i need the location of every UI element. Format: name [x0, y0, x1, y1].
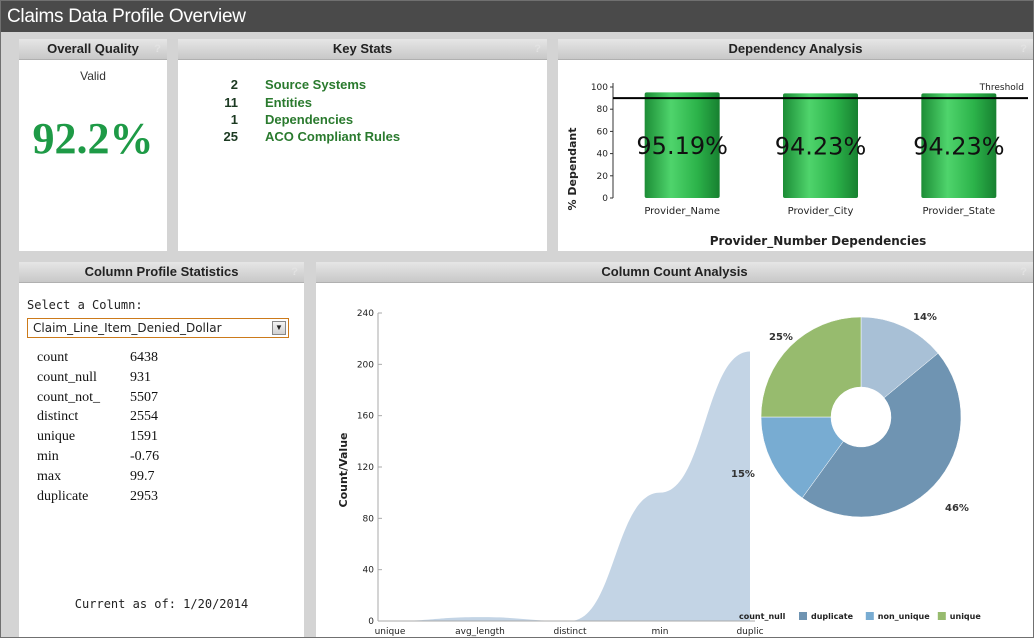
profile-stat-value: -0.76: [130, 449, 160, 464]
dependency-bar-chart: % Dependant Provider_Number Dependencies…: [566, 83, 1028, 249]
pie-percent-label: 46%: [945, 503, 969, 514]
pie-percent-label: 15%: [731, 469, 755, 480]
profile-stat-value: 99.7: [130, 469, 155, 484]
profile-stat-name: min: [37, 449, 59, 464]
x-tick-label: Provider_State: [923, 206, 996, 217]
legend-swatch: [865, 612, 874, 620]
key-stat-label: Dependencies: [265, 112, 354, 127]
profile-stat-name: max: [37, 469, 62, 484]
profile-stat-name: count_null: [37, 370, 97, 385]
profile-stat-value: 2953: [130, 489, 158, 504]
help-icon[interactable]: ?: [154, 39, 161, 59]
y-tick-label: 80: [363, 514, 375, 524]
y-tick-label: 240: [357, 309, 374, 319]
help-icon[interactable]: ?: [1020, 39, 1027, 59]
window-title: Claims Data Profile Overview: [1, 1, 1033, 32]
legend-label: duplicate: [811, 612, 854, 621]
profile-stat-name: unique: [37, 429, 76, 444]
column-count-panel: Column Count Analysis ? Count/Value 0 40 8…: [316, 262, 1033, 637]
quality-label: Valid: [80, 69, 106, 83]
threshold-label: Threshold: [979, 83, 1024, 93]
y-tick-label: 40: [597, 150, 609, 160]
y-tick-label: 120: [357, 463, 374, 473]
chevron-down-icon[interactable]: ▼: [272, 321, 286, 335]
bar-value-label: 95.19%: [636, 132, 728, 160]
x-tick-label: min: [652, 627, 669, 637]
dependency-analysis-title: Dependency Analysis: [728, 41, 863, 56]
profile-stat-name: count_not_: [37, 390, 100, 405]
y-tick-label: 20: [597, 172, 609, 182]
overall-quality-title: Overall Quality: [47, 41, 139, 56]
legend-label: unique: [950, 612, 982, 621]
legend-label: non_unique: [878, 612, 930, 621]
key-stats-header: Key Stats ?: [178, 39, 547, 60]
x-axis-label: Provider_Number Dependencies: [710, 234, 927, 249]
profile-stat-name: distinct: [37, 409, 79, 424]
x-tick-label: unique: [375, 627, 406, 637]
x-tick-label: avg_length: [455, 627, 505, 637]
column-profile-header: Column Profile Statistics ?: [19, 262, 304, 283]
key-stat-number: 2: [230, 77, 238, 92]
column-select-value: Claim_Line_Item_Denied_Dollar: [33, 321, 222, 335]
help-icon[interactable]: ?: [291, 262, 298, 282]
help-icon[interactable]: ?: [1020, 262, 1027, 282]
y-tick-label: 80: [597, 105, 609, 115]
y-axis-label: % Dependant: [566, 128, 579, 211]
profile-stat-value: 2554: [130, 409, 158, 424]
profile-stat-value: 5507: [130, 390, 158, 405]
pie-percent-label: 14%: [913, 312, 937, 323]
x-tick-label: duplic: [736, 627, 763, 637]
key-stats-title: Key Stats: [332, 41, 393, 56]
column-count-title: Column Count Analysis: [601, 264, 748, 279]
help-icon[interactable]: ?: [534, 39, 541, 59]
column-select[interactable]: Claim_Line_Item_Denied_Dollar ▼: [27, 318, 289, 338]
profile-stat-value: 931: [130, 370, 151, 385]
legend-swatch: [799, 612, 807, 620]
column-profile-panel: Column Profile Statistics ? Select a Col…: [19, 262, 304, 637]
profile-stat-name: count: [37, 350, 69, 365]
y-axis-label: Count/Value: [337, 433, 350, 508]
overall-quality-panel: Overall Quality ? Valid 92.2%: [19, 39, 167, 251]
key-stat-number: 1: [230, 112, 238, 127]
key-stat-label: Entities: [265, 95, 312, 110]
overall-quality-header: Overall Quality ?: [19, 39, 167, 60]
column-count-header: Column Count Analysis ?: [316, 262, 1033, 283]
legend-label: count_null: [739, 612, 786, 621]
key-stat-number: 25: [223, 129, 238, 144]
current-as-of: Current as of: 1/20/2014: [74, 597, 249, 611]
app-frame: Claims Data Profile Overview Overall Qua…: [0, 0, 1034, 638]
count-area: [390, 351, 750, 621]
profile-stat-value: 6438: [130, 350, 158, 365]
pie-percent-label: 25%: [769, 332, 793, 343]
y-tick-label: 40: [363, 566, 375, 576]
y-tick-label: 100: [591, 83, 608, 93]
y-tick-label: 200: [357, 360, 374, 370]
select-column-label: Select a Column:: [27, 298, 143, 312]
y-tick-label: 60: [597, 127, 609, 137]
dependency-analysis-header: Dependency Analysis ?: [558, 39, 1033, 60]
key-stats-panel: Key Stats ? 2 Source Systems 11 Entities…: [178, 39, 547, 251]
key-stat-number: 11: [224, 95, 238, 110]
quality-value: 92.2%: [32, 114, 154, 163]
bar-value-label: 94.23%: [775, 133, 867, 161]
bar-value-label: 94.23%: [913, 133, 1005, 161]
x-tick-label: distinct: [553, 627, 587, 637]
profile-stat-value: 1591: [130, 429, 158, 444]
y-tick-label: 0: [368, 617, 374, 627]
legend-swatch: [937, 612, 946, 620]
key-stat-label: Source Systems: [265, 77, 367, 92]
dependency-analysis-panel: Dependency Analysis ? % Dependant Provid…: [558, 39, 1033, 251]
column-profile-title: Column Profile Statistics: [84, 264, 239, 279]
y-tick-label: 160: [357, 412, 374, 422]
x-tick-label: Provider_City: [788, 206, 854, 217]
column-count-chart: Count/Value 0 40 80 120 160 200 240 unique avg_l…: [337, 309, 982, 637]
key-stat-label: ACO Compliant Rules: [265, 129, 401, 144]
x-tick-label: Provider_Name: [644, 206, 720, 217]
profile-stat-name: duplicate: [37, 489, 89, 504]
y-tick-label: 0: [602, 194, 608, 204]
